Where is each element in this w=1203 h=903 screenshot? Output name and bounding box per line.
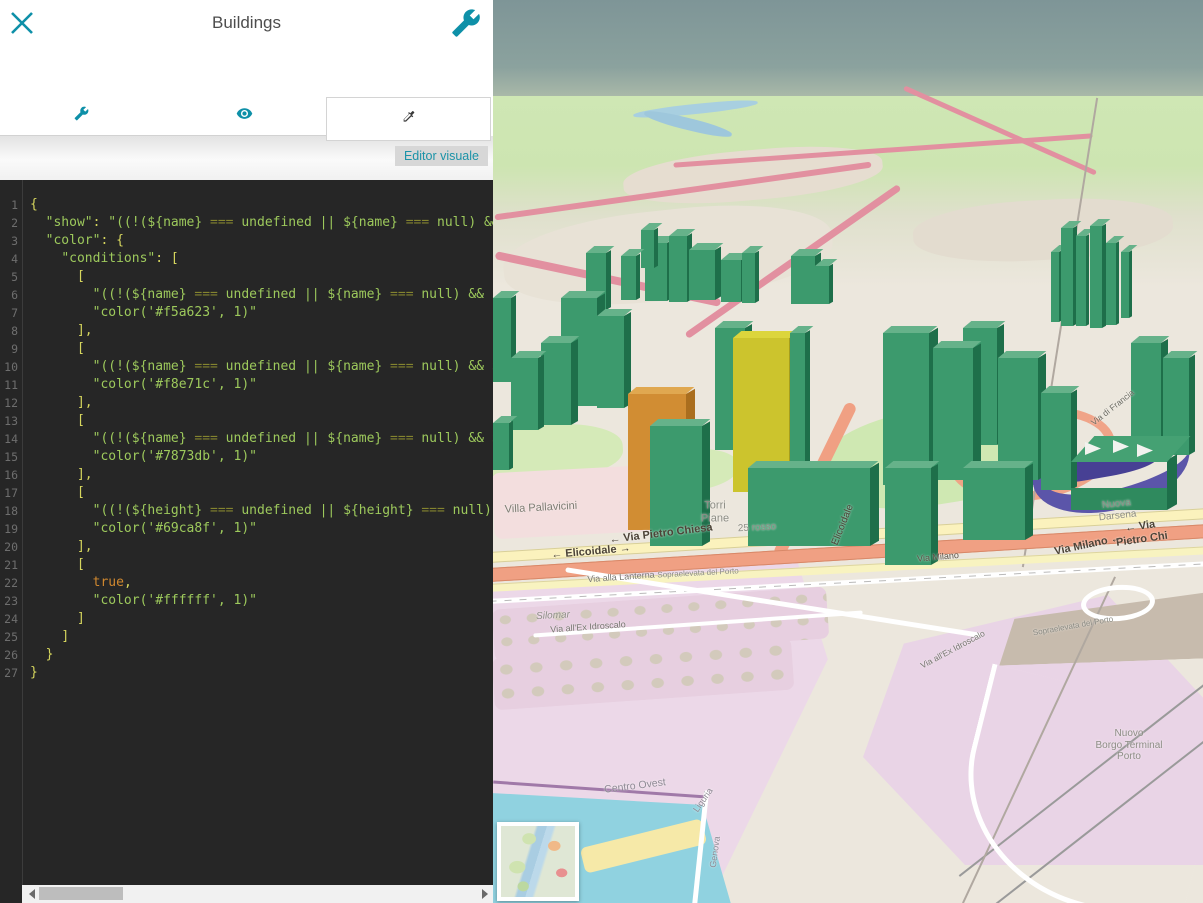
style-wrench-button[interactable]	[451, 8, 481, 38]
wrench-icon	[74, 106, 89, 126]
building-3d	[1076, 236, 1086, 326]
wrench-icon	[451, 26, 481, 41]
scrollbar-thumb[interactable]	[39, 887, 123, 900]
scroll-right-arrow[interactable]	[482, 889, 488, 899]
style-editor-tabbar	[0, 97, 491, 136]
building-3d	[1106, 243, 1116, 325]
map-label: 25 rosso	[738, 521, 777, 534]
editor-code-content[interactable]: { "show": "((!(${name} === undefined || …	[23, 180, 493, 885]
building-3d	[815, 266, 829, 304]
visual-editor-button[interactable]: Editor visuale	[395, 146, 488, 166]
editor-horizontal-scrollbar[interactable]	[22, 885, 493, 903]
building-3d	[493, 298, 511, 382]
building-3d	[963, 468, 1025, 540]
building-3d	[541, 343, 571, 425]
building-3d	[1041, 393, 1071, 490]
eyedropper-icon	[401, 109, 417, 130]
map-label: Torri Piane	[701, 499, 729, 524]
editor-scroll-corner	[0, 885, 22, 903]
scroll-left-arrow[interactable]	[29, 889, 35, 899]
building-3d	[493, 423, 509, 470]
tab-style-picker[interactable]	[326, 97, 491, 141]
building-3d	[1051, 252, 1059, 322]
style-editor-app: Buildings	[0, 0, 1203, 903]
building-3d	[669, 236, 687, 302]
building-3d	[597, 316, 624, 408]
building-3d	[1121, 252, 1129, 318]
building-3d	[511, 358, 538, 430]
buildings-style-panel: Buildings	[0, 0, 493, 903]
map-label: Silomar	[536, 609, 570, 622]
eye-icon	[236, 105, 253, 127]
cesium-3d-map-viewport[interactable]: ← Via Pietro Chiesa← Via Pietro Chi← Eli…	[493, 0, 1203, 903]
building-3d	[742, 253, 755, 303]
building-3d	[1090, 226, 1102, 328]
building-3d	[1061, 228, 1073, 326]
building-3d	[689, 250, 715, 300]
editor-toolbar: Editor visuale	[0, 136, 493, 180]
panel-header: Buildings	[0, 0, 493, 97]
overview-minimap[interactable]	[497, 822, 579, 901]
tab-visibility[interactable]	[163, 97, 326, 135]
building-3d	[621, 256, 636, 300]
sky-horizon	[493, 0, 1203, 96]
json-code-editor[interactable]: 1234567891011121314151617181920212223242…	[0, 180, 493, 885]
building-3d	[791, 256, 815, 304]
editor-line-numbers: 1234567891011121314151617181920212223242…	[0, 180, 23, 885]
tab-general-style[interactable]	[0, 97, 163, 135]
building-3d	[721, 260, 741, 302]
map-label: Nuova Darsena	[1097, 497, 1137, 524]
building-3d	[885, 468, 931, 565]
building-3d	[790, 333, 805, 480]
map-label: Nuovo Borgo Terminal Porto	[1095, 728, 1162, 763]
panel-title: Buildings	[0, 13, 493, 33]
